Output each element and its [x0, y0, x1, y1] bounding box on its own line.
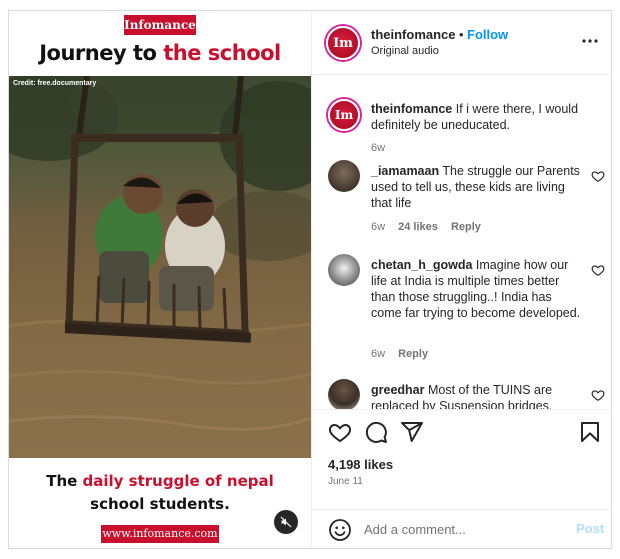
- comment-avatar[interactable]: [328, 160, 360, 192]
- speaker-muted-icon: [280, 516, 292, 528]
- comments-list[interactable]: Im theinfomance If i were there, I would…: [312, 76, 613, 409]
- comment-text: _iamamaan The struggle our Parents used …: [371, 163, 583, 211]
- reply-button[interactable]: Reply: [451, 221, 481, 233]
- comment-item: greedhar Most of the TUINS are replaced …: [312, 378, 613, 409]
- comment-text: greedhar Most of the TUINS are replaced …: [371, 382, 583, 409]
- share-icon[interactable]: [400, 420, 424, 444]
- comment-meta: 6w Reply: [371, 348, 438, 360]
- comment-meta: 6w 24 likes Reply: [371, 221, 491, 233]
- comment-icon[interactable]: [364, 420, 388, 444]
- caption-time[interactable]: 6w: [371, 142, 385, 154]
- caption-username[interactable]: theinfomance: [371, 102, 452, 116]
- comment-item: chetan_h_gowda Imagine how our life at I…: [312, 253, 613, 365]
- media-url: www.infomance.com: [101, 525, 219, 543]
- emoji-icon[interactable]: [328, 518, 352, 542]
- caption-highlight: daily struggle of nepal: [82, 472, 274, 490]
- comment-text: chetan_h_gowda Imagine how our life at I…: [371, 257, 583, 321]
- more-options-button[interactable]: [578, 29, 602, 53]
- bookmark-icon[interactable]: [578, 420, 602, 444]
- media-headline: Journey to the school: [9, 41, 311, 65]
- photo-credit: Credit: free.documentary: [13, 80, 97, 87]
- comment-username[interactable]: chetan_h_gowda: [371, 258, 472, 272]
- post-side-panel: Im theinfomance • Follow Original audio …: [311, 11, 613, 548]
- audio-label[interactable]: Original audio: [371, 45, 439, 57]
- author-username[interactable]: theinfomance: [371, 27, 456, 42]
- mute-button[interactable]: [274, 510, 298, 534]
- comment-username[interactable]: greedhar: [371, 383, 425, 397]
- comment-item: _iamamaan The struggle our Parents used …: [312, 159, 613, 245]
- headline-prefix: Journey to: [39, 41, 164, 65]
- comment-like-icon[interactable]: [591, 388, 605, 402]
- author-avatar[interactable]: Im: [326, 26, 360, 60]
- comment-like-icon[interactable]: [591, 169, 605, 183]
- comment-like-icon[interactable]: [591, 263, 605, 277]
- caption-avatar[interactable]: Im: [328, 99, 360, 131]
- add-comment-bar: Post: [312, 509, 613, 548]
- follow-button[interactable]: Follow: [467, 27, 508, 42]
- post-media[interactable]: Infomance Journey to the school Credit: …: [9, 11, 311, 548]
- post-date[interactable]: June 11: [328, 476, 363, 487]
- comment-likes[interactable]: 24 likes: [398, 221, 438, 233]
- more-icon: [582, 39, 598, 43]
- caption-meta: 6w: [371, 142, 395, 154]
- comment-time[interactable]: 6w: [371, 348, 385, 360]
- video-frame[interactable]: Credit: free.documentary: [9, 76, 311, 458]
- brand-tag: Infomance: [124, 15, 196, 35]
- heart-icon[interactable]: [328, 420, 352, 444]
- comment-input[interactable]: [364, 519, 554, 539]
- caption-text: theinfomance If i were there, I would de…: [371, 101, 583, 133]
- media-caption: The daily struggle of nepal school stude…: [9, 470, 311, 516]
- comment-avatar[interactable]: [328, 254, 360, 286]
- comment-avatar[interactable]: [328, 379, 360, 409]
- likes-count[interactable]: 4,198 likes: [328, 457, 393, 472]
- caption-suffix: school students.: [90, 495, 230, 513]
- comment-username[interactable]: _iamamaan: [371, 164, 439, 178]
- caption-prefix: The: [46, 472, 83, 490]
- post-button[interactable]: Post: [576, 521, 604, 536]
- post-modal: Infomance Journey to the school Credit: …: [8, 10, 613, 549]
- post-actions: 4,198 likes June 11: [312, 409, 613, 509]
- cable-car-scene: [9, 76, 311, 431]
- comment-time[interactable]: 6w: [371, 221, 385, 233]
- caption-comment: Im theinfomance If i were there, I would…: [312, 90, 613, 154]
- reply-button[interactable]: Reply: [398, 348, 428, 360]
- header-separator: •: [459, 27, 464, 42]
- headline-highlight: the school: [163, 41, 281, 65]
- post-header: Im theinfomance • Follow Original audio: [312, 11, 613, 75]
